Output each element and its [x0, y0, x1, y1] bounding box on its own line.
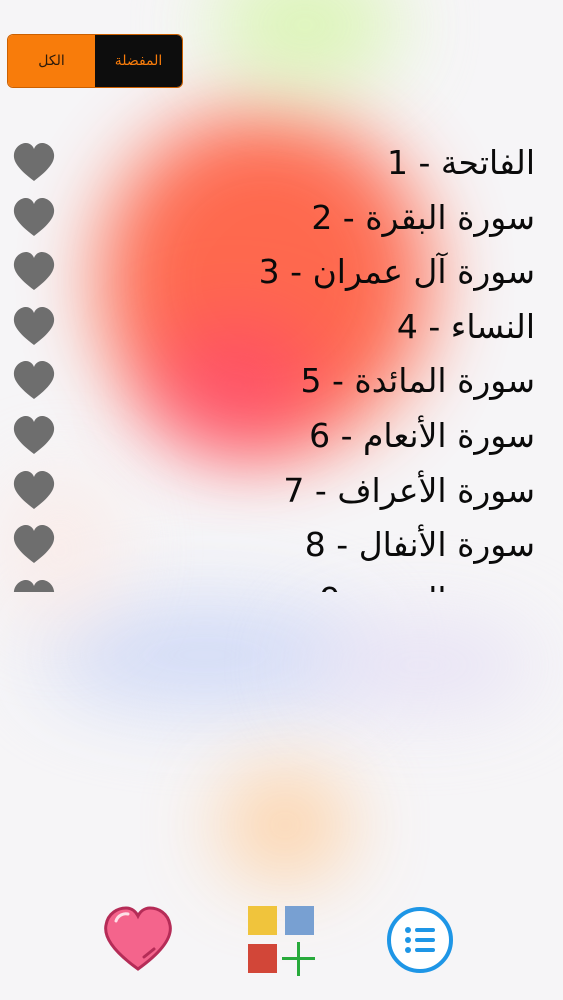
favorite-toggle-button[interactable] — [12, 469, 56, 513]
surah-row[interactable]: 7 - سورة الأعراف — [0, 463, 563, 518]
surah-row[interactable]: 1 - الفاتحة — [0, 135, 563, 190]
heart-icon — [13, 197, 55, 236]
filter-segmented-control: الكل المفضلة — [7, 34, 183, 88]
heart-icon — [104, 906, 172, 971]
heart-icon — [13, 525, 55, 564]
segment-favorites-label: المفضلة — [114, 53, 163, 69]
heart-icon — [13, 470, 55, 509]
segment-all-label: الكل — [38, 53, 65, 69]
heart-icon — [13, 361, 55, 400]
surah-name: 5 - سورة المائدة — [300, 361, 535, 401]
heart-icon — [13, 416, 55, 454]
surah-row[interactable]: 4 - النساء — [0, 299, 563, 354]
surah-list[interactable]: 1 - الفاتحة 2 - سورة البقرة 3 - سورة آل عم… — [0, 135, 563, 592]
surah-name: 3 - سورة آل عمران — [258, 252, 535, 292]
favorite-toggle-button[interactable] — [12, 523, 56, 567]
surah-row[interactable]: 2 - سورة البقرة — [0, 190, 563, 245]
surah-name: 9 - سورة التوبة — [320, 572, 535, 592]
background-blob — [210, 0, 400, 90]
favorite-toggle-button[interactable] — [12, 359, 56, 403]
surah-row[interactable]: 3 - سورة آل عمران — [0, 244, 563, 299]
surah-row[interactable]: 8 - سورة الأنفال — [0, 517, 563, 572]
background-blob — [300, 620, 540, 710]
favorite-toggle-button[interactable] — [12, 305, 56, 349]
surah-name: 7 - سورة الأعراف — [283, 470, 535, 510]
surah-name: 8 - سورة الأنفال — [304, 525, 535, 565]
favorite-toggle-button[interactable] — [12, 250, 56, 294]
favorite-toggle-button[interactable] — [12, 414, 56, 458]
add-grid-button[interactable] — [247, 905, 317, 977]
heart-icon — [13, 579, 55, 592]
favorites-tab-button[interactable] — [102, 905, 174, 975]
list-icon — [387, 907, 453, 973]
segment-favorites[interactable]: المفضلة — [95, 35, 182, 87]
heart-icon — [13, 143, 55, 181]
grid-plus-icon — [248, 906, 315, 976]
surah-row[interactable]: 9 - سورة التوبة — [0, 572, 563, 592]
favorite-toggle-button[interactable] — [12, 578, 56, 592]
favorite-toggle-button[interactable] — [12, 196, 56, 240]
favorite-toggle-button[interactable] — [12, 141, 56, 185]
surah-row[interactable]: 5 - سورة المائدة — [0, 353, 563, 408]
heart-icon — [13, 306, 55, 345]
list-tab-button[interactable] — [386, 906, 454, 974]
background-blob — [220, 770, 350, 880]
surah-name: 2 - سورة البقرة — [311, 197, 535, 237]
segment-all[interactable]: الكل — [8, 35, 95, 87]
surah-name: 1 - الفاتحة — [386, 143, 535, 182]
surah-name: 6 - سورة الأنعام — [309, 416, 535, 455]
surah-name: 4 - النساء — [396, 306, 535, 346]
surah-row[interactable]: 6 - سورة الأنعام — [0, 408, 563, 463]
heart-icon — [13, 252, 55, 291]
